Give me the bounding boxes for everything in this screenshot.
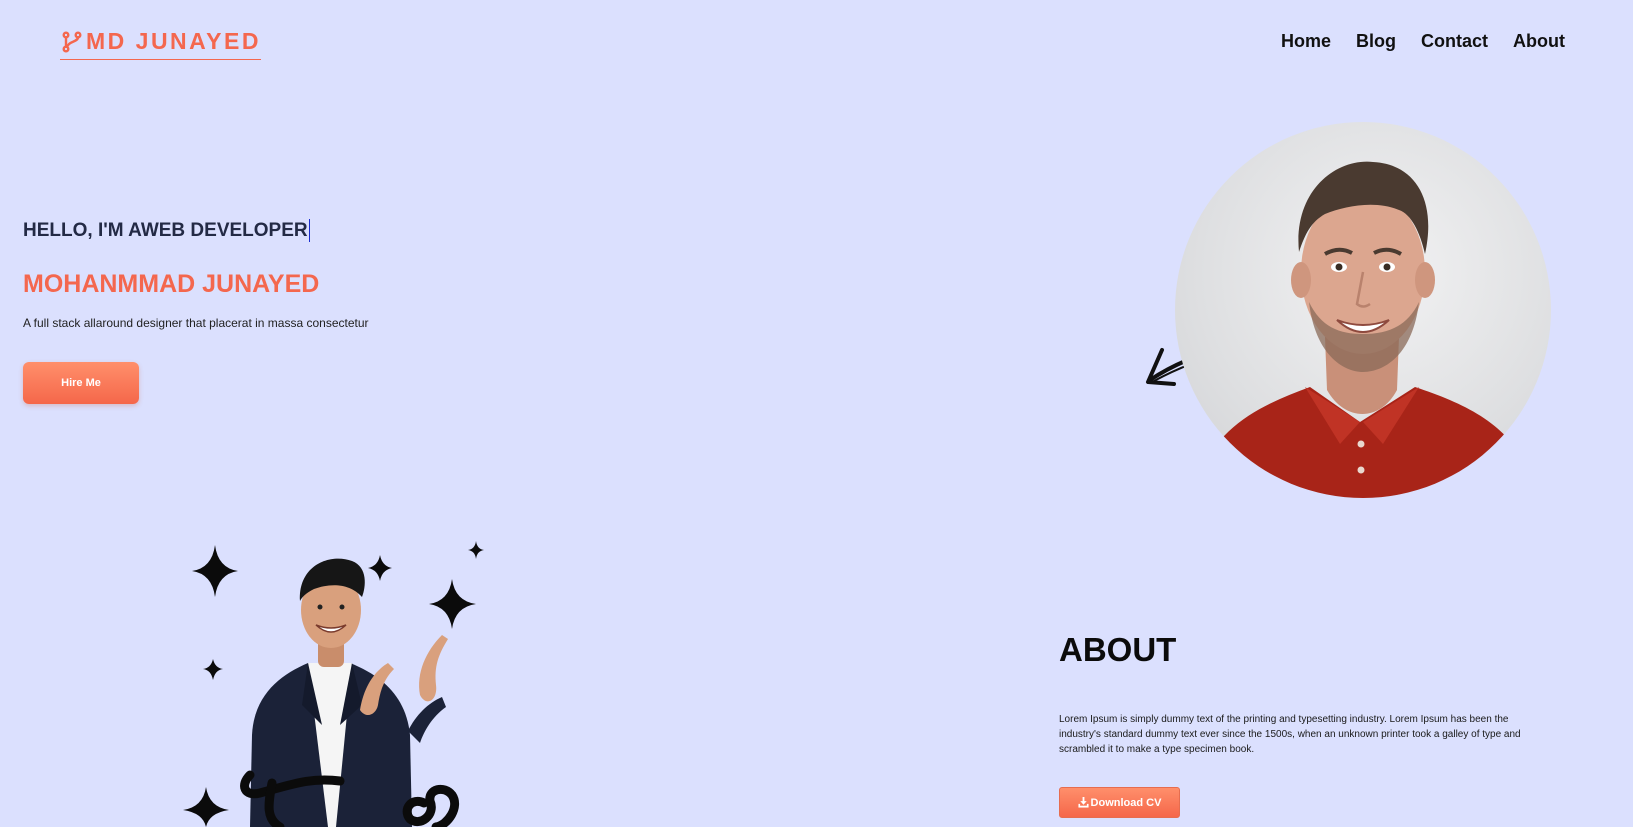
download-cv-button[interactable]: Download CV [1059,787,1180,818]
sparkle-icon [183,787,229,827]
hero-name: MOHANMMAD JUNAYED [23,270,320,298]
site-logo[interactable]: MD JUNAYED [60,28,261,60]
hero-greeting: HELLO, I'M AWEB DEVELOPER [23,219,310,242]
portfolio-page: MD JUNAYED Home Blog Contact About HELLO… [0,0,1633,827]
hero-subtitle: A full stack allaround designer that pla… [23,316,369,330]
sparkle-icon [192,545,238,597]
logo-text: MD JUNAYED [86,28,261,54]
download-cv-label: Download CV [1090,796,1162,809]
hero-illustration [180,535,490,827]
nav-blog[interactable]: Blog [1356,31,1396,52]
about-title: ABOUT [1059,631,1177,668]
sparkle-icon [368,555,392,581]
nav-contact[interactable]: Contact [1421,31,1488,52]
main-nav: Home Blog Contact About [1281,31,1565,52]
typing-caret [308,219,310,242]
nav-home[interactable]: Home [1281,31,1331,52]
nav-about[interactable]: About [1513,31,1565,52]
sparkle-icon [429,579,476,629]
sparkle-icon [468,541,484,559]
branch-icon [60,30,84,54]
hire-me-button[interactable]: Hire Me [23,362,139,404]
profile-photo [1175,122,1551,498]
about-body: Lorem Ipsum is simply dummy text of the … [1059,714,1521,755]
download-icon [1078,797,1089,808]
greeting-text: HELLO, I'M AWEB DEVELOPER [23,219,308,241]
sparkle-icon [203,659,223,680]
